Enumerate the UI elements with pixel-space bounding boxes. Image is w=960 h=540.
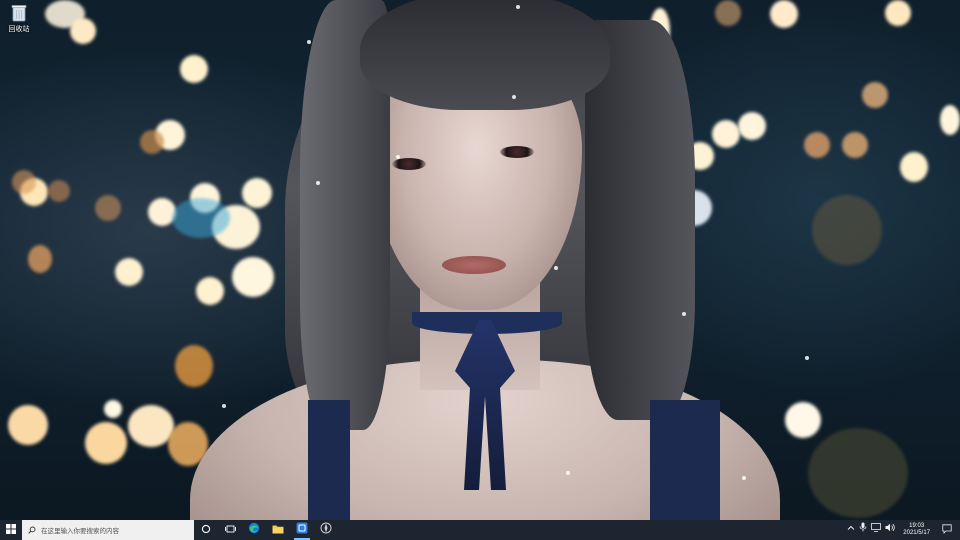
snow-speck [682,312,686,316]
bokeh-light [85,422,127,464]
bokeh-light [770,0,798,28]
notification-button[interactable] [938,520,956,540]
desktop-background: 回收站 [0,0,960,520]
lips [442,256,506,274]
search-icon [28,521,36,539]
bokeh-light [940,105,960,135]
snow-speck [316,181,320,185]
clock[interactable]: 19:03 2021/5/17 [899,520,934,540]
snow-speck [566,471,570,475]
bokeh-light [715,0,741,26]
desktop-icon-label: 回收站 [8,26,30,33]
bokeh-light [842,132,868,158]
bokeh-light [180,55,208,83]
search-box[interactable]: 在这里输入你要搜索的内容 [22,520,194,540]
bokeh-light [12,170,36,194]
bokeh-light [8,405,48,445]
bokeh-light [785,402,821,438]
chevron-up-icon[interactable] [847,520,855,540]
bokeh-light [804,132,830,158]
search-placeholder: 在这里输入你要搜索的内容 [41,528,119,535]
microphone-icon[interactable] [859,520,867,540]
left-eye [392,158,426,170]
circle-app-button[interactable] [314,520,338,540]
blue-app-button[interactable] [290,520,314,540]
bokeh-light [95,195,121,221]
notification-icon [942,521,952,539]
snow-speck [307,40,311,44]
network-icon[interactable] [871,520,882,540]
clock-date: 2021/5/17 [903,530,930,536]
bokeh-light [862,82,888,108]
bokeh-light [812,195,882,265]
circle-app-icon [320,521,332,539]
bokeh-light [172,198,230,238]
system-tray: 19:03 2021/5/17 [847,520,960,540]
edge-button[interactable] [242,520,266,540]
hair-fringe [360,0,610,110]
bokeh-light [128,405,174,447]
bokeh-light [242,178,272,208]
bokeh-light [712,120,740,148]
bokeh-light [115,258,143,286]
dress-strap-left [308,400,350,520]
snow-speck [396,155,400,159]
snow-speck [516,5,520,9]
bokeh-light [48,180,70,202]
task-view-icon [224,521,236,539]
snow-speck [222,404,226,408]
recycle-bin-icon [11,4,27,22]
blue-app-icon [296,521,308,539]
bokeh-light [28,245,52,273]
bokeh-light [738,112,766,140]
bokeh-light [196,277,224,305]
bokeh-light [808,428,908,518]
volume-icon[interactable] [885,520,895,540]
windows-start-icon [6,521,16,539]
right-eye [500,146,534,158]
desktop-icon-recycle-bin[interactable]: 回收站 [4,4,34,34]
bokeh-light [175,345,213,387]
file-explorer-button[interactable] [266,520,290,540]
start-button[interactable] [0,520,22,540]
bokeh-light [900,152,928,182]
cortana-button[interactable] [194,520,218,540]
bokeh-light [70,18,96,44]
bokeh-light [232,257,274,297]
clock-time: 19:03 [909,523,925,529]
bokeh-light [140,130,164,154]
snow-speck [742,476,746,480]
dress-strap-right [650,400,720,520]
taskbar: 在这里输入你要搜索的内容 19:03 2021/5/17 [0,520,960,540]
edge-browser-icon [248,521,260,539]
cortana-circle-icon [201,521,211,539]
task-view-button[interactable] [218,520,242,540]
snow-speck [805,356,809,360]
bokeh-light [104,400,122,418]
folder-icon [272,521,284,539]
snow-speck [554,266,558,270]
bokeh-light [885,0,911,26]
snow-speck [512,95,516,99]
